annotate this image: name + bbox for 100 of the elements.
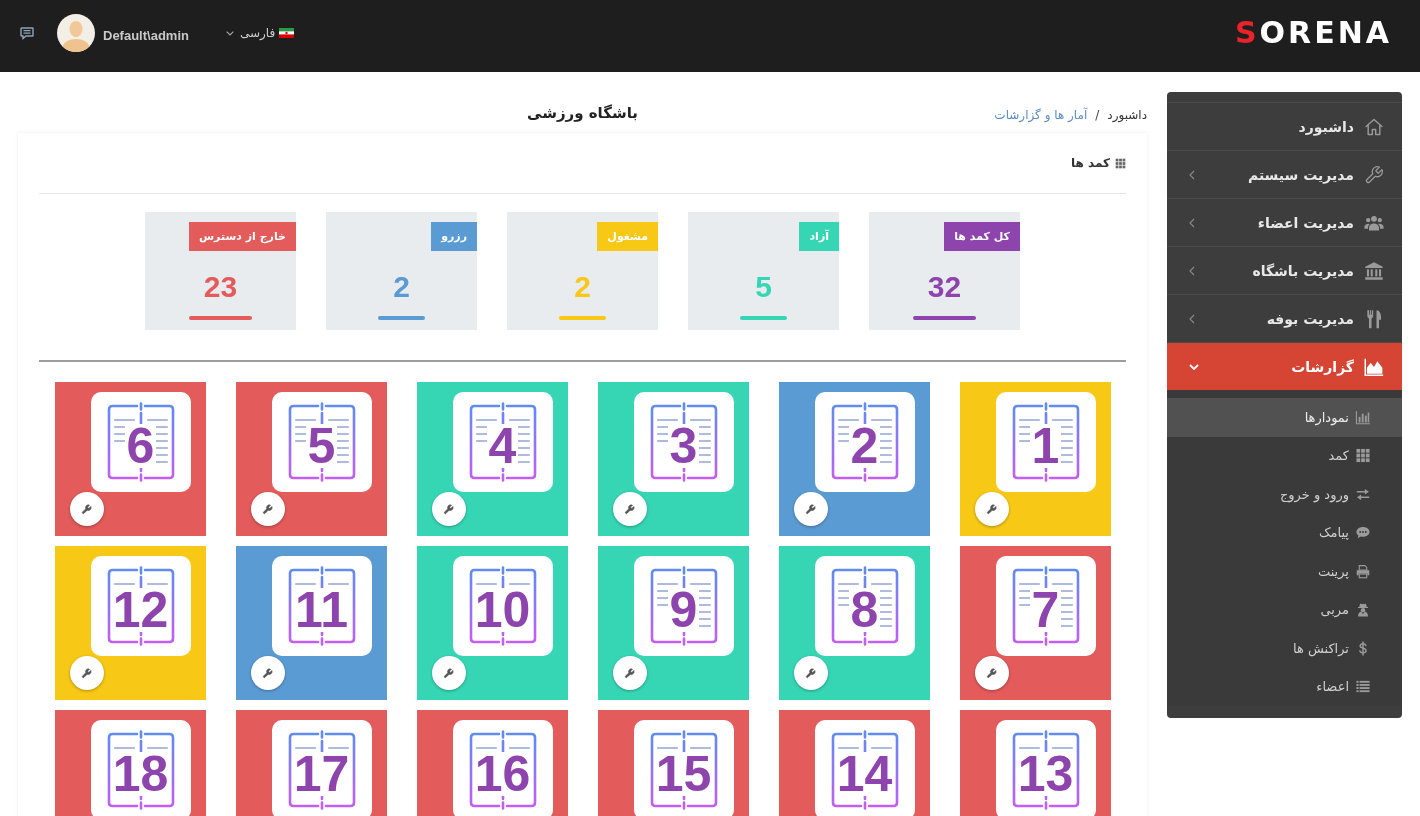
person-icon [1355,602,1371,618]
locker-tile[interactable]: 4 [416,382,568,536]
locker-tile[interactable]: 2 [778,382,930,536]
house-icon [1364,116,1384,137]
stat-underline [378,316,425,320]
tool-button[interactable] [69,492,104,526]
locker-tile[interactable]: 9 [597,546,749,700]
sidebar-subitem[interactable]: کمد [1167,436,1402,475]
locker-tile[interactable]: 15 [597,710,749,816]
stat-value: 32 [926,271,963,303]
sidebar-item[interactable]: گزارشات [1167,343,1402,390]
locker-tile[interactable]: 8 [778,546,930,700]
bank-icon [1364,260,1384,281]
flag-icon [279,28,295,38]
wrench-icon [443,503,454,515]
wrench-icon [805,667,816,679]
wrench-icon [986,667,997,679]
locker-number: 7 [1029,588,1062,632]
breadcrumb-link[interactable]: داشبورد [1107,107,1147,122]
locker-number: 8 [848,588,881,632]
fork-knife-icon [1364,308,1384,329]
chat-icon[interactable] [20,26,34,40]
locker-tile[interactable]: 14 [778,710,930,816]
locker-tile[interactable]: 5 [235,382,387,536]
stat-underline [188,316,253,320]
status-label: مشغول [597,222,658,251]
stat-underline [912,316,977,320]
sidebar-subitem[interactable]: ورود و خروج [1167,475,1402,514]
sidebar-item[interactable]: داشبورد [1167,103,1402,151]
tool-button[interactable] [793,656,828,690]
locker-tile[interactable]: 16 [416,710,568,816]
tool-button[interactable] [69,656,104,690]
sidebar-item[interactable]: مدیریت اعضاء [1167,199,1402,247]
page-title: باشگاه ورزشی [527,103,638,122]
user-name[interactable]: Default\admin [103,27,189,43]
printer-icon [1355,563,1371,579]
sidebar-subitem[interactable]: مربی [1167,590,1402,629]
status-label: آزاد [799,222,839,251]
tool-button[interactable] [612,492,647,526]
sidebar-subitem[interactable]: نمودارها [1167,398,1402,437]
locker-tile[interactable]: 11 [235,546,387,700]
logo[interactable]: SORENA [1234,18,1392,48]
tool-button[interactable] [431,656,466,690]
wrench-icon [81,667,92,679]
tool-button[interactable] [793,492,828,526]
sidebar-subitem[interactable]: تراکنش ها [1167,629,1402,668]
locker-tile[interactable]: 12 [54,546,206,700]
chevron-down-icon [225,30,234,36]
locker-tile[interactable]: 18 [54,710,206,816]
wrench-icon [624,503,635,515]
wrench-icon [986,503,997,515]
stat-underline [740,316,787,320]
status-label: رزرو [431,222,477,251]
wrench-icon [1364,164,1384,185]
breadcrumb-link[interactable]: آمار ها و گزارشات [994,107,1088,122]
wrench-icon [443,667,454,679]
stat-value: 23 [202,271,239,303]
locker-tile[interactable]: 17 [235,710,387,816]
tool-button[interactable] [974,656,1009,690]
stat-value: 2 [392,271,411,303]
speech-bubble-icon [1355,525,1371,541]
wrench-icon [805,503,816,515]
tool-button[interactable] [250,656,285,690]
stat-value: 2 [573,271,592,303]
area-chart-icon [1364,356,1384,377]
tool-button[interactable] [250,492,285,526]
locker-number: 4 [486,424,519,468]
sidebar-subitem[interactable]: پیامک [1167,513,1402,552]
locker-number: 9 [667,588,700,632]
locker-tile[interactable]: 3 [597,382,749,536]
locker-number: 11 [293,588,350,632]
sidebar-subitem[interactable]: پرینت [1167,552,1402,591]
stat-value: 5 [754,271,773,303]
locker-tile[interactable]: 10 [416,546,568,700]
wrench-icon [624,667,635,679]
locker-tile[interactable]: 6 [54,382,206,536]
locker-number: 2 [848,424,881,468]
locker-tile[interactable]: 7 [959,546,1111,700]
tool-button[interactable] [612,656,647,690]
arrows-icon [1355,486,1371,502]
status-label: کل کمد ها [944,222,1020,251]
status-label: خارج از دسترس [188,222,296,251]
locker-number: 1 [1029,424,1062,468]
locker-tile[interactable]: 1 [959,382,1111,536]
wrench-icon [81,503,92,515]
locker-tile[interactable]: 13 [959,710,1111,816]
tool-button[interactable] [974,492,1009,526]
tool-button[interactable] [431,492,466,526]
language-dropdown[interactable]: فارسی [225,26,295,40]
locker-number: 6 [124,424,157,468]
bar-chart-icon [1355,409,1371,425]
sidebar-item[interactable]: مدیریت باشگاه [1167,247,1402,295]
sidebar-subitem[interactable]: اعضاء [1167,667,1402,706]
sidebar-item[interactable]: مدیریت سیستم [1167,151,1402,199]
avatar[interactable] [57,14,95,52]
stat-underline [559,316,606,320]
locker-number: 3 [667,424,700,468]
grid-icon [1355,448,1371,464]
wrench-icon [262,667,273,679]
card-title: کمد ها [1071,156,1110,170]
